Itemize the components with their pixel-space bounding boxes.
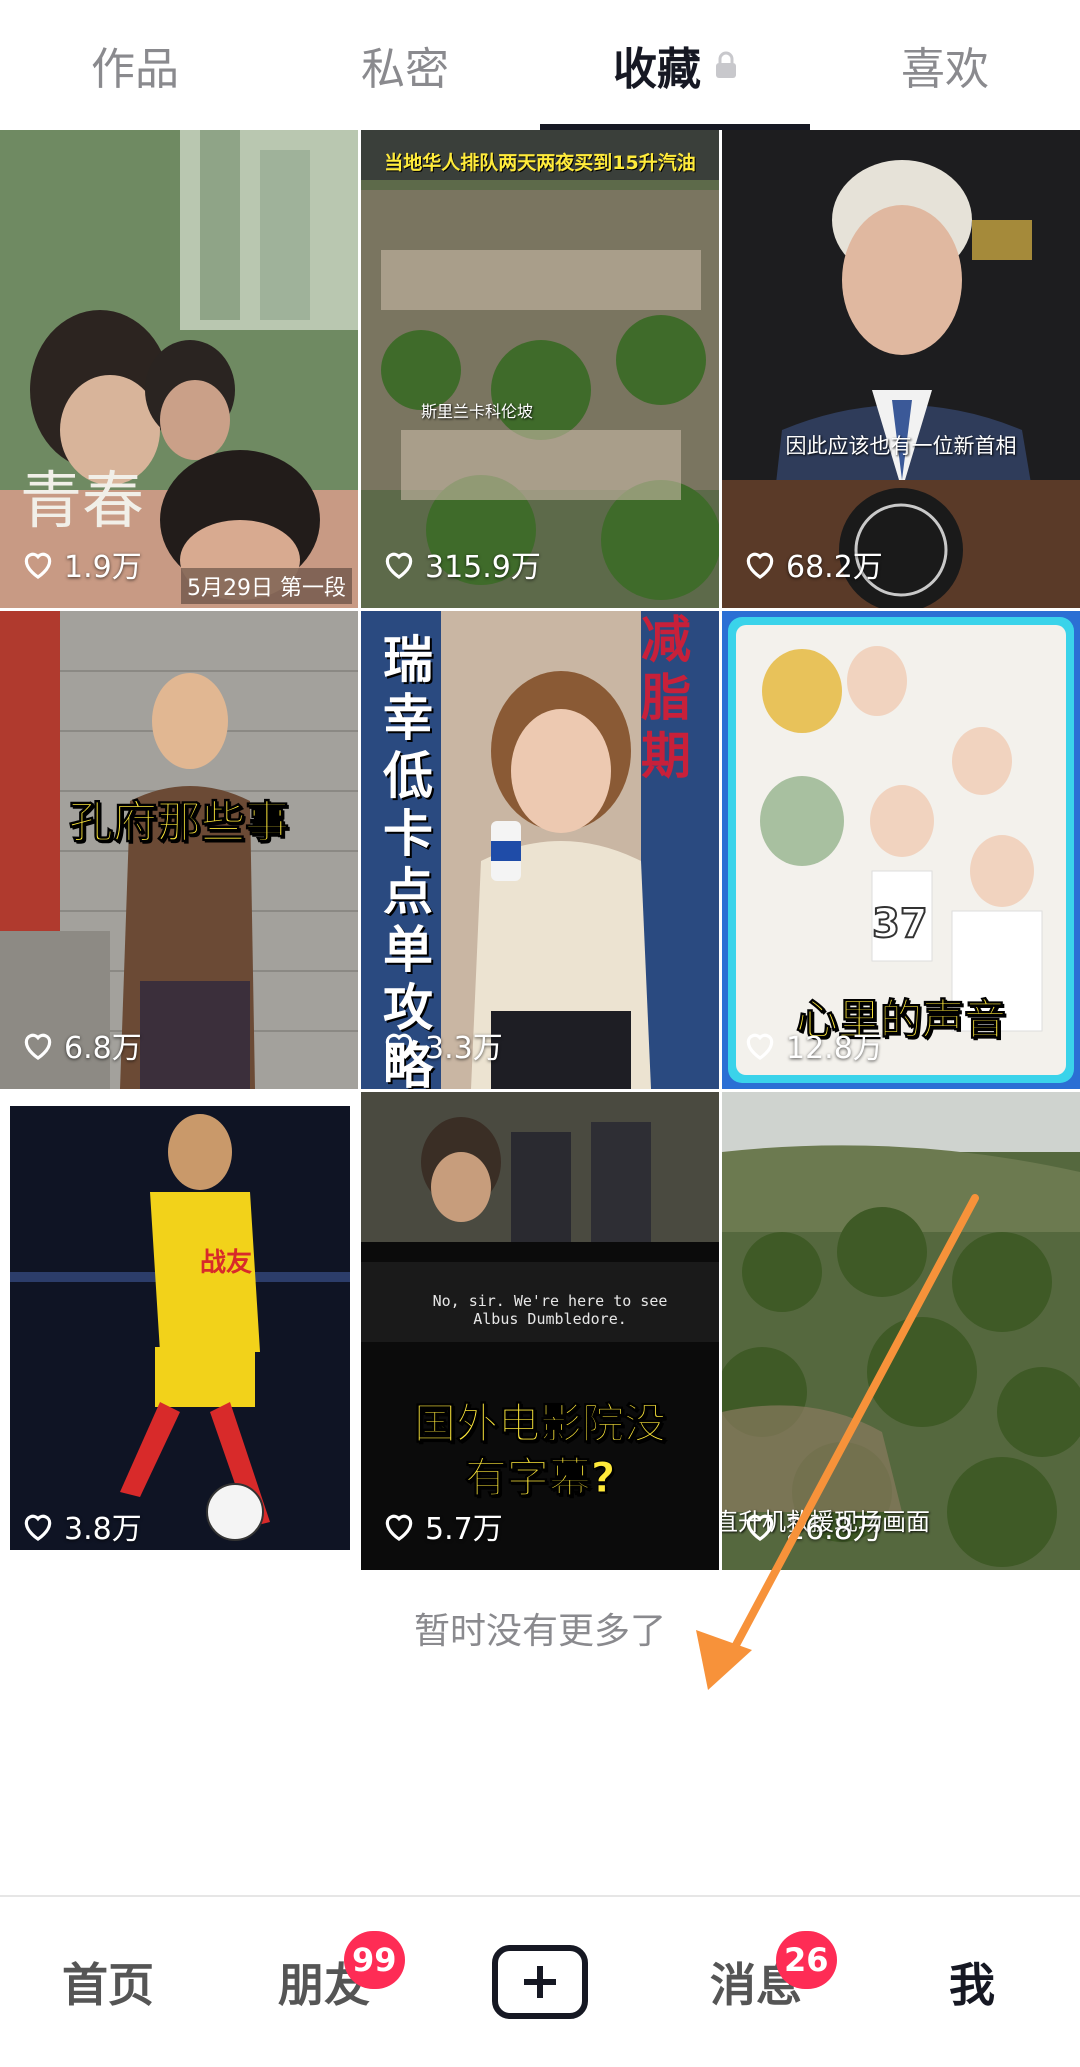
like-count-value: 5.7万 xyxy=(425,1512,503,1547)
like-count: 315.9万 xyxy=(381,542,541,586)
video-card[interactable]: 当地华人排队两天两夜买到15升汽油 斯里兰卡科伦坡 315.9万 xyxy=(361,130,719,608)
video-caption: 孔府那些事 xyxy=(69,797,290,849)
plus-icon xyxy=(492,1945,588,2019)
tab-favorites-label: 收藏 xyxy=(613,44,701,95)
bottom-navigation: 首页 朋友 99 消息 26 我 xyxy=(0,1895,1080,2067)
video-card[interactable]: 直升机救援现场画面 26.8万 xyxy=(722,1092,1080,1570)
video-card[interactable]: 青春 5月29日 第一段 1.9万 xyxy=(0,130,358,608)
like-count-value: 6.8万 xyxy=(64,1031,142,1066)
like-count: 26.8万 xyxy=(742,1504,883,1548)
like-count: 1.9万 xyxy=(20,542,142,586)
video-thumbnail xyxy=(722,130,1080,608)
heart-icon xyxy=(746,552,774,579)
video-caption: 当地华人排队两天两夜买到15升汽油 xyxy=(384,152,696,174)
nav-me[interactable]: 我 xyxy=(864,1897,1080,2067)
like-count-value: 3.8万 xyxy=(64,1512,142,1547)
like-count: 3.3万 xyxy=(381,1023,503,1067)
video-subtitle: No, sir. We're here to see Albus Dumbled… xyxy=(432,1292,668,1328)
video-card[interactable]: No, sir. We're here to see Albus Dumbled… xyxy=(361,1092,719,1570)
video-card[interactable]: 瑞幸低卡点单攻略 减脂期 3.3万 xyxy=(361,611,719,1089)
tab-private-label: 私密 xyxy=(361,44,449,95)
video-card[interactable]: 37 心里的声音 12.8万 xyxy=(722,611,1080,1089)
video-caption: 瑞幸低卡点单攻略 xyxy=(383,631,433,1089)
nav-friends[interactable]: 朋友 99 xyxy=(216,1897,432,2067)
like-count-value: 68.2万 xyxy=(786,550,883,585)
tab-private[interactable]: 私密 xyxy=(270,0,540,130)
video-caption: 国外电影院没有字幕? xyxy=(413,1399,666,1503)
video-thumbnail xyxy=(722,1092,1080,1570)
tab-likes-label: 喜欢 xyxy=(901,44,989,95)
heart-icon xyxy=(385,1514,413,1541)
nav-create[interactable] xyxy=(432,1897,648,2067)
profile-tabs: 作品 私密 收藏 喜欢 xyxy=(0,0,1080,130)
favorites-grid: 青春 5月29日 第一段 1.9万 当地华人排队两天两夜买到15升汽油 斯里兰卡… xyxy=(0,130,1080,1570)
heart-icon xyxy=(385,552,413,579)
heart-icon xyxy=(24,1033,52,1060)
like-count: 68.2万 xyxy=(742,542,883,586)
tab-works-label: 作品 xyxy=(91,44,179,95)
tab-works[interactable]: 作品 xyxy=(0,0,270,130)
heart-icon xyxy=(746,1514,774,1541)
no-more-content-text: 暂时没有更多了 xyxy=(413,1611,666,1652)
like-count: 3.8万 xyxy=(20,1504,142,1548)
heart-icon xyxy=(24,552,52,579)
like-count-value: 315.9万 xyxy=(425,550,541,585)
friends-badge: 99 xyxy=(344,1931,405,1989)
nav-messages[interactable]: 消息 26 xyxy=(648,1897,864,2067)
messages-badge: 26 xyxy=(776,1931,837,1989)
heart-icon xyxy=(385,1033,413,1060)
video-thumbnail xyxy=(0,1092,358,1570)
video-caption: 战友 xyxy=(200,1248,253,1278)
video-card[interactable]: 孔府那些事 6.8万 xyxy=(0,611,358,1089)
video-caption: 青春 xyxy=(20,464,145,537)
video-card[interactable]: 因此应该也有一位新首相 68.2万 xyxy=(722,130,1080,608)
nav-me-label: 我 xyxy=(949,1958,995,2012)
like-count-value: 12.8万 xyxy=(786,1031,883,1066)
video-caption: 因此应该也有一位新首相 xyxy=(785,434,1017,458)
nav-home[interactable]: 首页 xyxy=(0,1897,216,2067)
video-thumbnail xyxy=(361,130,719,608)
like-count-value: 1.9万 xyxy=(64,550,142,585)
like-count: 5.7万 xyxy=(381,1504,503,1548)
heart-icon xyxy=(24,1514,52,1541)
tab-likes[interactable]: 喜欢 xyxy=(810,0,1080,130)
video-subtitle: 斯里兰卡科伦坡 xyxy=(421,402,534,421)
video-subtitle: 5月29日 第一段 xyxy=(181,568,352,604)
video-card[interactable]: 战友 3.8万 xyxy=(0,1092,358,1570)
like-count: 12.8万 xyxy=(742,1023,883,1067)
like-count: 6.8万 xyxy=(20,1023,142,1067)
video-thumbnail xyxy=(0,611,358,1089)
heart-icon xyxy=(746,1033,774,1060)
like-count-value: 3.3万 xyxy=(425,1031,503,1066)
like-count-value: 26.8万 xyxy=(786,1512,883,1547)
video-subtitle: 减脂期 xyxy=(641,611,691,785)
video-subtitle: 37 xyxy=(871,900,929,948)
nav-home-label: 首页 xyxy=(62,1958,154,2012)
tab-favorites[interactable]: 收藏 xyxy=(540,0,810,130)
lock-icon xyxy=(715,51,737,79)
